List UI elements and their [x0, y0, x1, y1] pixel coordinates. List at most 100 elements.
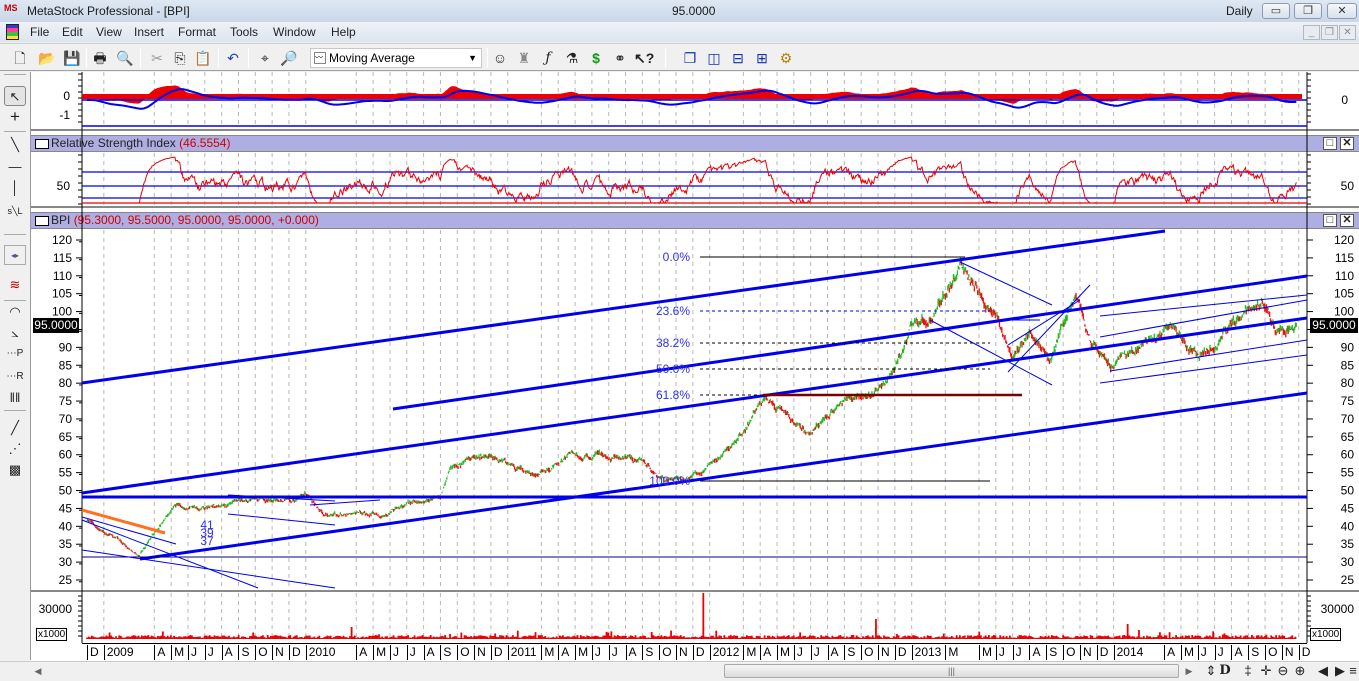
fib-label-38: 38.2% [656, 336, 690, 350]
volume-multiplier-left: x1000 [36, 628, 67, 641]
date-axis-label: J [1198, 645, 1207, 660]
trendline[interactable] [310, 500, 380, 505]
price-tick-left: 65 [59, 430, 73, 444]
date-axis-label: S [844, 645, 855, 660]
trendline[interactable] [228, 514, 335, 525]
price-tick-left: 80 [59, 376, 73, 390]
vertical-resize-icon[interactable]: ‡ [1240, 663, 1256, 678]
date-axis-label: M [373, 645, 386, 660]
price-tick-right: 40 [1341, 519, 1355, 533]
price-tick-right: 115 [1335, 251, 1354, 265]
date-axis-label: M [1181, 645, 1194, 660]
price-tick-left: 60 [59, 448, 73, 462]
macd-tick-0: 0 [63, 89, 70, 103]
rsi-tick-50: 50 [57, 179, 71, 193]
date-axis-label: J [592, 645, 601, 660]
price-tick-right: 25 [1341, 573, 1355, 587]
date-axis-label: D [87, 645, 99, 660]
trendline-mid-lower[interactable] [82, 318, 1307, 493]
price-tick-right: 35 [1341, 537, 1355, 551]
volume-multiplier-right: x1000 [1310, 628, 1341, 641]
date-axis-label: D [1097, 645, 1109, 660]
trendline[interactable] [82, 517, 176, 544]
date-axis-label: O [861, 645, 873, 660]
trendline[interactable] [82, 550, 335, 588]
date-axis-label: D [693, 645, 705, 660]
zoom-out-icon[interactable]: ⊖ [1275, 663, 1291, 679]
next-icon[interactable]: ▶ [1332, 663, 1348, 679]
price-tick-left: 115 [53, 251, 72, 265]
volume-right-tick: 30000 [1321, 602, 1355, 616]
price-tick-left: 30 [59, 555, 73, 569]
date-axis-label: A [424, 645, 435, 660]
date-axis-label: 2009 [104, 645, 134, 660]
price-tick-left: 75 [59, 394, 73, 408]
date-axis-label: J [1013, 645, 1022, 660]
date-axis-label: J [407, 645, 416, 660]
date-axis-label: J [390, 645, 399, 660]
price-tick-right: 105 [1334, 287, 1354, 301]
date-axis-label: A [626, 645, 637, 660]
price-tick-right: 65 [1341, 430, 1355, 444]
date-axis[interactable]: D2009AMJJASOND2010AMJJASOND2011MAMJJASON… [82, 643, 1307, 660]
price-tick-right: 85 [1341, 358, 1355, 372]
trendline[interactable] [1008, 300, 1080, 345]
price-tick-right: 100 [1334, 305, 1354, 319]
horizontal-scrollbar-thumb[interactable]: ||| [724, 664, 1179, 678]
date-axis-label: M [541, 645, 554, 660]
zoom-in-icon[interactable]: ⊕ [1292, 663, 1308, 679]
date-axis-label: S [642, 645, 653, 660]
date-axis-label: J [811, 645, 820, 660]
thin-trend-lines[interactable] [82, 262, 1307, 588]
date-axis-label: A [760, 645, 771, 660]
date-axis-label: M [777, 645, 790, 660]
prev-icon[interactable]: ◀ [1315, 663, 1331, 679]
price-tick-right: 45 [1341, 501, 1355, 515]
date-axis-label: D [895, 645, 907, 660]
trendline[interactable] [1100, 355, 1307, 383]
date-axis-label: D [289, 645, 301, 660]
date-axis-label: N [1282, 645, 1294, 660]
date-axis-label: 2011 [508, 645, 537, 660]
trendline[interactable] [930, 320, 1052, 385]
date-axis-label: N [878, 645, 890, 660]
trendline[interactable] [960, 262, 1052, 305]
annotation-37: 37 [200, 534, 214, 548]
price-tick-left: 25 [59, 573, 73, 587]
date-axis-label: A [558, 645, 569, 660]
trendline-lower[interactable] [140, 393, 1307, 559]
date-axis-label: J [794, 645, 803, 660]
date-axis-label: N [1080, 645, 1092, 660]
trendline[interactable] [1110, 340, 1307, 371]
date-axis-label: 2010 [306, 645, 336, 660]
d-icon[interactable]: D [1217, 663, 1233, 678]
price-tick-left: 40 [59, 519, 73, 533]
date-axis-label: A [1164, 645, 1175, 660]
fib-label-50: 50.0% [656, 362, 690, 376]
date-axis-label: J [609, 645, 618, 660]
price-tick-right: 50 [1341, 484, 1355, 498]
macd-tick-minus1: -1 [59, 108, 70, 122]
price-tick-right: 80 [1341, 376, 1355, 390]
price-tick-right: 90 [1341, 340, 1355, 354]
scroll-left-icon[interactable]: ◀ [30, 666, 46, 677]
price-tick-right: 55 [1341, 466, 1355, 480]
scroll-right-icon[interactable]: ▶ [1181, 666, 1197, 677]
volume-tick: 30000 [39, 602, 73, 616]
date-axis-label: O [1265, 645, 1277, 660]
date-axis-label: N [272, 645, 284, 660]
date-axis-label: J [188, 645, 197, 660]
price-tick-left: 120 [52, 233, 72, 247]
current-price-marker-right: 95.0000 [1310, 318, 1358, 333]
price-tick-left: 105 [52, 287, 72, 301]
move-icon[interactable]: ✛ [1258, 663, 1274, 679]
date-axis-label: 2013 [912, 645, 942, 660]
orange-trendline[interactable] [82, 510, 165, 533]
date-axis-label: M [945, 645, 958, 660]
menu-icon[interactable]: ≡ [1347, 663, 1359, 678]
date-axis-label: D [491, 645, 503, 660]
date-axis-label: O [659, 645, 671, 660]
date-axis-label: N [474, 645, 486, 660]
chart-canvas[interactable]: 0.0% 23.6% 38.2% 50.0% 61.8% 100.0% 41 3… [0, 0, 1359, 681]
trend-channel-lines[interactable] [82, 231, 1307, 559]
